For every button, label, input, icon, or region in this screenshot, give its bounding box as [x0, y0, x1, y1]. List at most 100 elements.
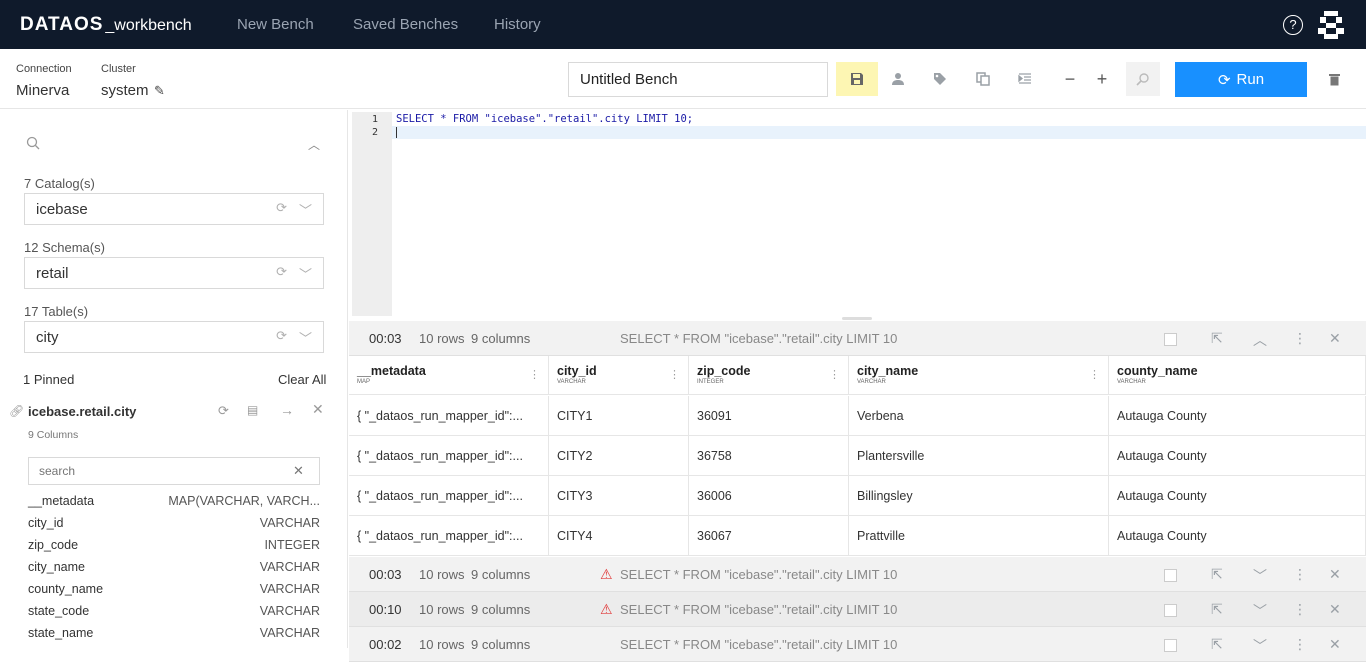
grid-cell[interactable]: Plantersville	[849, 436, 1109, 476]
open-in-new-icon[interactable]: ⇱	[1211, 636, 1223, 653]
collapse-chevron-icon[interactable]: ︿	[308, 136, 320, 153]
select-result-checkbox[interactable]	[1164, 333, 1177, 346]
zoom-reset-icon[interactable]	[1126, 62, 1160, 96]
grid-cell[interactable]: CITY4	[549, 516, 689, 556]
open-in-new-icon[interactable]: ⇱	[1211, 330, 1223, 347]
grid-cell[interactable]: Autauga County	[1109, 436, 1366, 476]
nav-saved-benches[interactable]: Saved Benches	[353, 16, 458, 33]
close-icon[interactable]: ✕	[312, 401, 324, 418]
select-result-checkbox[interactable]	[1164, 639, 1177, 652]
result-header[interactable]: 00:02 10 rows 9 columns SELECT * FROM "iceb…	[349, 627, 1366, 662]
nav-new-bench[interactable]: New Bench	[237, 16, 314, 33]
chevron-down-icon[interactable]: ﹀	[1253, 636, 1267, 656]
chevron-down-icon[interactable]: ﹀	[1253, 566, 1267, 586]
column-list-item[interactable]: county_name VARCHAR	[28, 582, 320, 596]
grid-column-header[interactable]: zip_code INTEGER ⋮	[689, 356, 849, 395]
grid-cell[interactable]: 36006	[689, 476, 849, 516]
refresh-icon[interactable]: ⟳	[276, 328, 287, 347]
grid-cell[interactable]: Autauga County	[1109, 396, 1366, 436]
grid-cell[interactable]: CITY1	[549, 396, 689, 436]
app-logo[interactable]: DATAOS _workbench	[20, 14, 192, 36]
grid-cell[interactable]: Autauga County	[1109, 476, 1366, 516]
bench-title-input[interactable]	[568, 62, 828, 97]
format-indent-icon[interactable]	[1005, 62, 1045, 96]
clear-search-icon[interactable]: ✕	[293, 463, 304, 479]
more-options-icon[interactable]: ⋮	[1293, 601, 1307, 618]
grid-cell[interactable]: 36758	[689, 436, 849, 476]
result-header[interactable]: 00:10 10 rows 9 columns ⚠ SELECT * FROM "ice…	[349, 592, 1366, 627]
more-options-icon[interactable]: ⋮	[1293, 330, 1307, 347]
grid-cell[interactable]: 36091	[689, 396, 849, 436]
open-in-new-icon[interactable]: ⇱	[1211, 601, 1223, 618]
column-list-item[interactable]: __metadata MAP(VARCHAR, VARCH...	[28, 494, 320, 508]
resize-handle[interactable]	[842, 317, 872, 320]
select-result-checkbox[interactable]	[1164, 604, 1177, 617]
table-select[interactable]: city ⟳ ﹀	[24, 321, 324, 353]
preview-table-icon[interactable]: ▤	[247, 403, 258, 417]
column-list-item[interactable]: state_code VARCHAR	[28, 604, 320, 618]
save-icon[interactable]	[836, 62, 878, 96]
edit-pencil-icon[interactable]: ✎	[154, 83, 165, 99]
refresh-icon[interactable]: ⟳	[276, 264, 287, 283]
user-avatar-icon[interactable]	[1316, 10, 1346, 40]
column-search-input[interactable]	[28, 457, 320, 485]
zoom-in-icon[interactable]: +	[1082, 62, 1122, 96]
grid-cell[interactable]: CITY3	[549, 476, 689, 516]
column-menu-icon[interactable]: ⋮	[1089, 368, 1100, 381]
grid-column-header[interactable]: county_name VARCHAR	[1109, 356, 1366, 395]
grid-cell[interactable]: Verbena	[849, 396, 1109, 436]
grid-cell[interactable]: CITY2	[549, 436, 689, 476]
more-options-icon[interactable]: ⋮	[1293, 566, 1307, 583]
chevron-up-icon[interactable]: ︿	[1253, 330, 1267, 350]
grid-cell[interactable]: Prattville	[849, 516, 1109, 556]
connection-value[interactable]: Minerva	[16, 82, 69, 99]
grid-cell[interactable]: 36067	[689, 516, 849, 556]
schema-select[interactable]: retail ⟳ ﹀	[24, 257, 324, 289]
grid-column-header[interactable]: city_id VARCHAR ⋮	[549, 356, 689, 395]
chevron-down-icon[interactable]: ﹀	[1253, 601, 1267, 621]
copy-icon[interactable]	[963, 62, 1003, 96]
pinned-table-name[interactable]: icebase.retail.city	[28, 404, 136, 419]
run-button[interactable]: ⟳ Run	[1175, 62, 1307, 97]
grid-cell[interactable]: { "_dataos_run_mapper_id":...	[349, 476, 549, 516]
select-result-checkbox[interactable]	[1164, 569, 1177, 582]
column-menu-icon[interactable]: ⋮	[669, 368, 680, 381]
code-line[interactable]: SELECT * FROM "icebase"."retail".city LI…	[396, 113, 693, 125]
tag-icon[interactable]	[920, 62, 960, 96]
result-header[interactable]: 00:03 10 rows 9 columns SELECT * FROM "iceb…	[349, 321, 1366, 356]
grid-column-header[interactable]: __metadata MAP ⋮	[349, 356, 549, 395]
grid-cell[interactable]: Autauga County	[1109, 516, 1366, 556]
grid-cell[interactable]: { "_dataos_run_mapper_id":...	[349, 396, 549, 436]
search-icon[interactable]	[26, 136, 40, 155]
refresh-icon[interactable]: ⟳	[218, 403, 229, 419]
result-header[interactable]: 00:03 10 rows 9 columns ⚠ SELECT * FROM "ice…	[349, 557, 1366, 592]
column-header-name: city_name	[857, 364, 919, 378]
arrow-right-icon[interactable]: →	[280, 402, 294, 418]
share-user-icon[interactable]	[878, 62, 918, 96]
nav-history[interactable]: History	[494, 16, 541, 33]
more-options-icon[interactable]: ⋮	[1293, 636, 1307, 653]
cluster-value[interactable]: system	[101, 82, 149, 99]
grid-cell[interactable]: { "_dataos_run_mapper_id":...	[349, 516, 549, 556]
clear-all-link[interactable]: Clear All	[278, 372, 326, 387]
grid-cell[interactable]: { "_dataos_run_mapper_id":...	[349, 436, 549, 476]
help-icon[interactable]: ?	[1283, 15, 1303, 35]
column-list-item[interactable]: zip_code INTEGER	[28, 538, 320, 552]
close-icon[interactable]: ✕	[1329, 566, 1341, 583]
catalog-select[interactable]: icebase ⟳ ﹀	[24, 193, 324, 225]
close-icon[interactable]: ✕	[1329, 601, 1341, 618]
column-list-item[interactable]: city_name VARCHAR	[28, 560, 320, 574]
column-list-item[interactable]: city_id VARCHAR	[28, 516, 320, 530]
close-icon[interactable]: ✕	[1329, 636, 1341, 653]
column-list-item[interactable]: state_name VARCHAR	[28, 626, 320, 640]
open-in-new-icon[interactable]: ⇱	[1211, 566, 1223, 583]
grid-column-header[interactable]: city_name VARCHAR ⋮	[849, 356, 1109, 395]
delete-icon[interactable]	[1314, 62, 1354, 96]
grid-cell[interactable]: Billingsley	[849, 476, 1109, 516]
result-column-count: 9 columns	[471, 567, 531, 582]
sql-editor[interactable]: 1 2 SELECT * FROM "icebase"."retail".cit…	[352, 112, 1366, 320]
close-icon[interactable]: ✕	[1329, 330, 1341, 347]
column-menu-icon[interactable]: ⋮	[529, 368, 540, 381]
column-menu-icon[interactable]: ⋮	[829, 368, 840, 381]
refresh-icon[interactable]: ⟳	[276, 200, 287, 219]
